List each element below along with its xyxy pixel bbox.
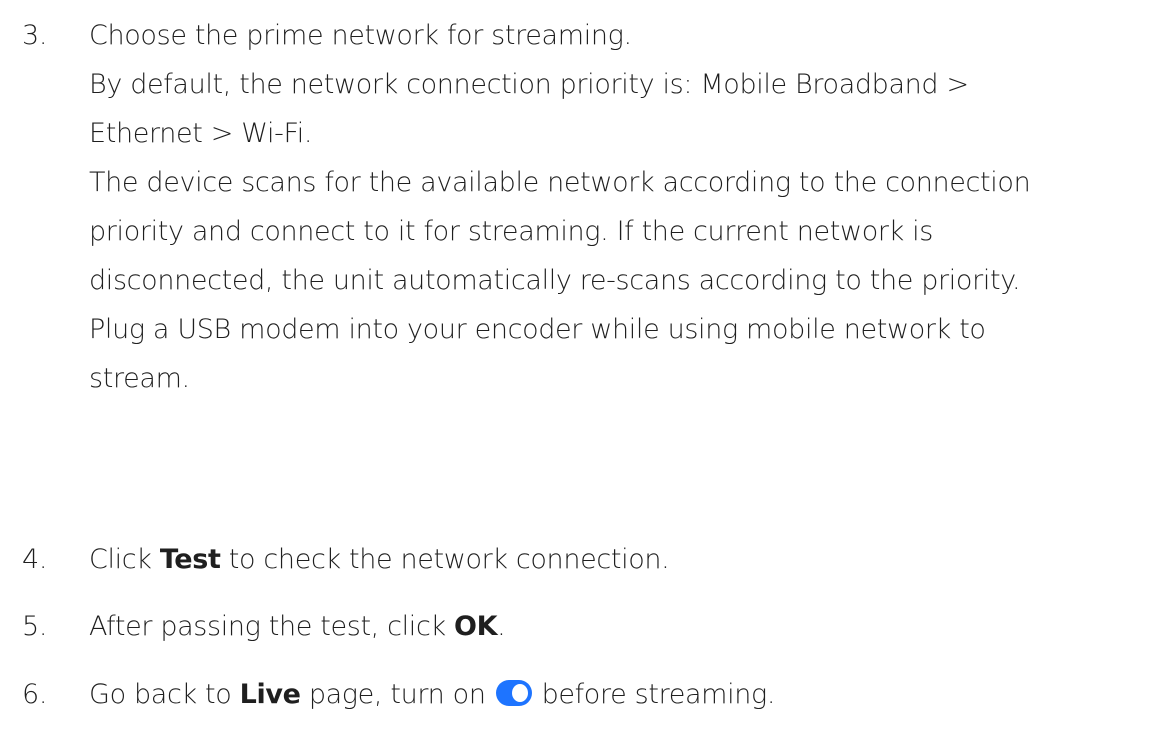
test-button-label: Test xyxy=(159,544,221,575)
step-6-text: Go back to Live page, turn on before stre… xyxy=(89,670,1157,719)
step-line: The device scans for the available netwo… xyxy=(89,167,1031,198)
step-number: 5. xyxy=(22,611,48,642)
step-text: . xyxy=(497,611,506,642)
step-text: before streaming. xyxy=(541,679,776,710)
ok-button-label: OK xyxy=(453,611,498,642)
step-number: 4. xyxy=(22,544,48,575)
step-5-text: After passing the test, click OK. xyxy=(89,602,1157,651)
step-number: 3. xyxy=(22,20,48,51)
step-line: stream. xyxy=(89,363,190,394)
toggle-switch-on-icon xyxy=(495,679,532,706)
step-text: to check the network connection. xyxy=(220,544,670,575)
step-line: By default, the network connection prior… xyxy=(89,69,969,100)
step-line: disconnected, the unit automatically re-… xyxy=(89,265,1021,296)
step-number: 6. xyxy=(22,679,48,710)
step-text: After passing the test, click xyxy=(89,611,454,642)
step-line: Ethernet > Wi-Fi. xyxy=(89,118,313,149)
live-page-label: Live xyxy=(239,679,301,710)
step-text: page, turn on xyxy=(300,679,486,710)
step-4-text: Click Test to check the network connecti… xyxy=(89,535,1157,584)
document-page: 3. Choose the prime network for streamin… xyxy=(0,0,1159,738)
step-text: Click xyxy=(89,544,160,575)
step-line: Plug a USB modem into your encoder while… xyxy=(89,314,986,345)
step-line: Choose the prime network for streaming. xyxy=(89,20,632,51)
step-text: Go back to xyxy=(89,679,240,710)
step-line: priority and connect to it for streaming… xyxy=(89,216,934,247)
toggle-knob xyxy=(511,683,528,702)
step-3-text: Choose the prime network for streaming. … xyxy=(89,11,1157,403)
